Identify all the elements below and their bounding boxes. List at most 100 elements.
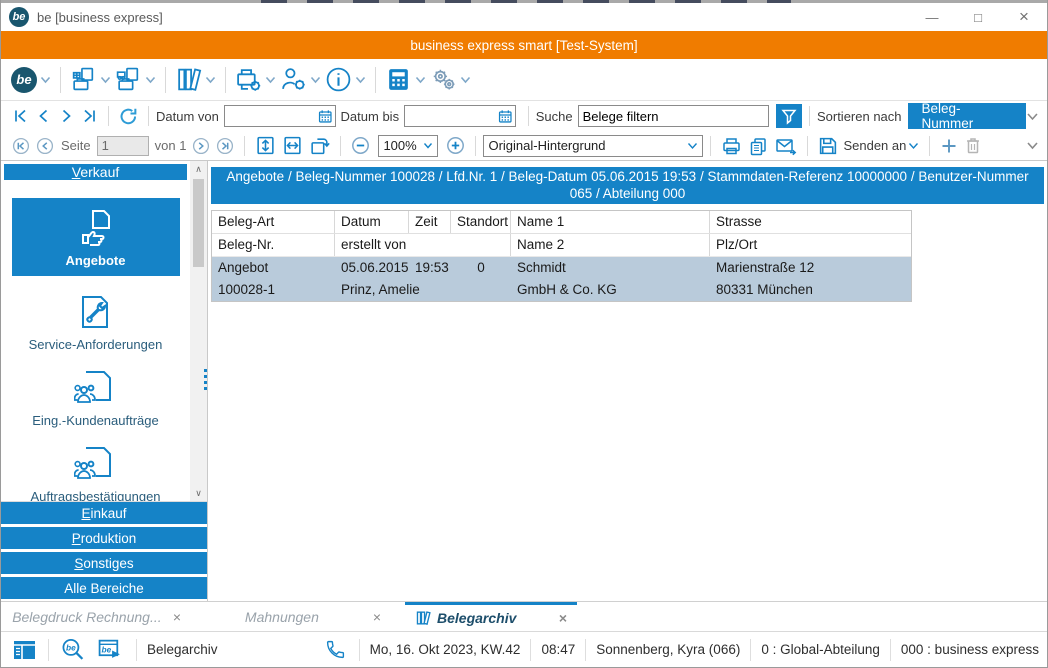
sidebar-item-eing-kundenauftraege[interactable]: Eing.-Kundenaufträge xyxy=(32,368,158,428)
search-field[interactable] xyxy=(579,106,768,126)
rotate-page-button[interactable] xyxy=(309,135,330,156)
tab-belegarchiv[interactable]: Belegarchiv × xyxy=(405,602,577,631)
column-header[interactable]: Zeit xyxy=(409,211,451,233)
benutzereinstellungen-button[interactable] xyxy=(280,66,321,93)
sidebar-section-einkauf[interactable]: Einkauf xyxy=(1,502,207,524)
cell-name1: Schmidt xyxy=(511,257,710,279)
belegdruck-versand-button[interactable] xyxy=(115,66,156,93)
sidebar-scrollbar[interactable]: ∧ ∨ xyxy=(190,161,207,501)
print-button[interactable] xyxy=(721,136,742,156)
sidebar-section-produktion[interactable]: Produktion xyxy=(1,527,207,549)
be-menu-button[interactable]: be xyxy=(11,67,51,93)
close-button[interactable]: × xyxy=(1001,3,1047,31)
page-number-field[interactable] xyxy=(98,137,148,155)
main-toolbar: be xyxy=(1,59,1047,101)
toolbar-separator xyxy=(807,136,808,156)
sidebar-splitter-handle[interactable] xyxy=(204,369,207,390)
last-record-button[interactable] xyxy=(81,108,98,124)
column-header[interactable]: Strasse xyxy=(710,211,911,233)
datum-bis-input[interactable] xyxy=(404,105,516,127)
datum-bis-field[interactable] xyxy=(405,106,498,126)
sortieren-nach-label: Sortieren nach xyxy=(817,109,902,124)
druckeinstellungen-button[interactable] xyxy=(235,66,276,93)
tab-close-icon[interactable]: × xyxy=(373,609,381,625)
sidebar-item-service-anforderungen[interactable]: Service-Anforderungen xyxy=(29,292,163,352)
column-header[interactable]: Datum xyxy=(335,211,409,233)
add-button[interactable] xyxy=(940,137,958,155)
tab-mahnungen[interactable]: Mahnungen × xyxy=(191,602,391,631)
email-button[interactable] xyxy=(775,136,797,156)
rechner-button[interactable] xyxy=(385,66,426,93)
zoom-in-button[interactable] xyxy=(446,136,465,155)
scroll-up-icon[interactable]: ∧ xyxy=(190,161,207,177)
gears-icon xyxy=(430,66,457,93)
toolbar-separator xyxy=(244,136,245,156)
table-row[interactable]: Angebot 05.06.2015 19:53 0 Schmidt Marie… xyxy=(212,257,911,279)
scrollbar-thumb[interactable] xyxy=(193,179,204,267)
scroll-down-icon[interactable]: ∨ xyxy=(190,485,207,501)
sort-dropdown-chevron-icon[interactable] xyxy=(1026,112,1039,121)
status-bar: be be Belegarchiv Mo, 16. Okt 2023, KW.4… xyxy=(1,631,1047,667)
sidebar-item-auftragsbestaetigungen[interactable]: Auftragsbestätigungen xyxy=(30,444,160,501)
delete-button[interactable] xyxy=(964,136,982,155)
table-row[interactable]: 100028-1 Prinz, Amelie GmbH & Co. KG 803… xyxy=(212,279,911,301)
fit-page-button[interactable] xyxy=(255,135,276,156)
sidebar-section-alle-bereiche[interactable]: Alle Bereiche xyxy=(1,577,207,599)
belegarchiv-button[interactable] xyxy=(175,66,216,93)
last-page-button[interactable] xyxy=(216,137,234,155)
search-input[interactable] xyxy=(578,105,769,127)
zoom-level-select[interactable]: 100% xyxy=(378,135,438,157)
column-header[interactable]: Beleg-Nr. xyxy=(212,234,335,256)
next-record-button[interactable] xyxy=(58,108,75,124)
refresh-button[interactable] xyxy=(119,107,138,126)
filter-button[interactable] xyxy=(776,104,802,128)
tab-close-icon[interactable]: × xyxy=(173,609,181,625)
info-icon xyxy=(325,66,352,93)
column-header[interactable]: Name 1 xyxy=(511,211,710,233)
cell-strasse: Marienstraße 12 xyxy=(710,257,911,279)
column-header[interactable]: erstellt von xyxy=(335,234,511,256)
calendar-icon[interactable] xyxy=(318,108,333,125)
maximize-button[interactable]: □ xyxy=(955,3,1001,31)
layout-toggle-button[interactable] xyxy=(12,639,37,661)
section-label: Einkauf xyxy=(81,506,126,521)
cell-plz-ort: 80331 München xyxy=(710,279,911,301)
sidebar-item-angebote[interactable]: Angebote xyxy=(12,198,180,276)
page-number-input[interactable] xyxy=(97,136,149,156)
truck-print-icon xyxy=(115,66,142,93)
phone-button[interactable] xyxy=(325,639,346,660)
title-bar: be be [business express] — □ × xyxy=(1,3,1047,31)
previous-record-button[interactable] xyxy=(35,108,52,124)
senden-an-button[interactable]: Senden an xyxy=(818,136,919,156)
minimize-button[interactable]: — xyxy=(909,3,955,31)
previous-page-button[interactable] xyxy=(36,137,54,155)
systemeinstellungen-button[interactable] xyxy=(430,66,471,93)
column-header[interactable]: Name 2 xyxy=(511,234,710,256)
sidebar-section-sonstiges[interactable]: Sonstiges xyxy=(1,552,207,574)
first-record-button[interactable] xyxy=(12,108,29,124)
datum-von-field[interactable] xyxy=(225,106,318,126)
fit-width-button[interactable] xyxy=(282,135,303,156)
be-window-button[interactable]: be xyxy=(97,637,123,662)
datum-von-input[interactable] xyxy=(224,105,336,127)
status-separator xyxy=(48,639,49,661)
column-header[interactable]: Plz/Ort xyxy=(710,234,911,256)
first-page-button[interactable] xyxy=(12,137,30,155)
column-header[interactable]: Standort xyxy=(451,211,511,233)
sort-by-button[interactable]: Beleg-Nummer xyxy=(908,103,1027,129)
column-header[interactable]: Beleg-Art xyxy=(212,211,335,233)
calendar-icon[interactable] xyxy=(498,108,513,125)
sidebar-section-header-verkauf[interactable]: Verkauf xyxy=(4,164,187,180)
info-button[interactable] xyxy=(325,66,366,93)
be-search-button[interactable]: be xyxy=(60,637,86,662)
belegdruck-verkauf-button[interactable] xyxy=(70,66,111,93)
copy-button[interactable] xyxy=(748,136,769,156)
toolbar-overflow-chevron-icon[interactable] xyxy=(1026,141,1039,150)
tab-close-icon[interactable]: × xyxy=(559,610,567,626)
tab-belegdruck-rechnung[interactable]: Belegdruck Rechnung... × xyxy=(1,602,191,631)
zoom-out-button[interactable] xyxy=(351,136,370,155)
main-content: Angebote / Beleg-Nummer 100028 / Lfd.Nr.… xyxy=(208,161,1047,601)
next-page-button[interactable] xyxy=(192,137,210,155)
background-select[interactable]: Original-Hintergrund xyxy=(483,135,703,157)
cell-standort: 0 xyxy=(451,257,511,279)
